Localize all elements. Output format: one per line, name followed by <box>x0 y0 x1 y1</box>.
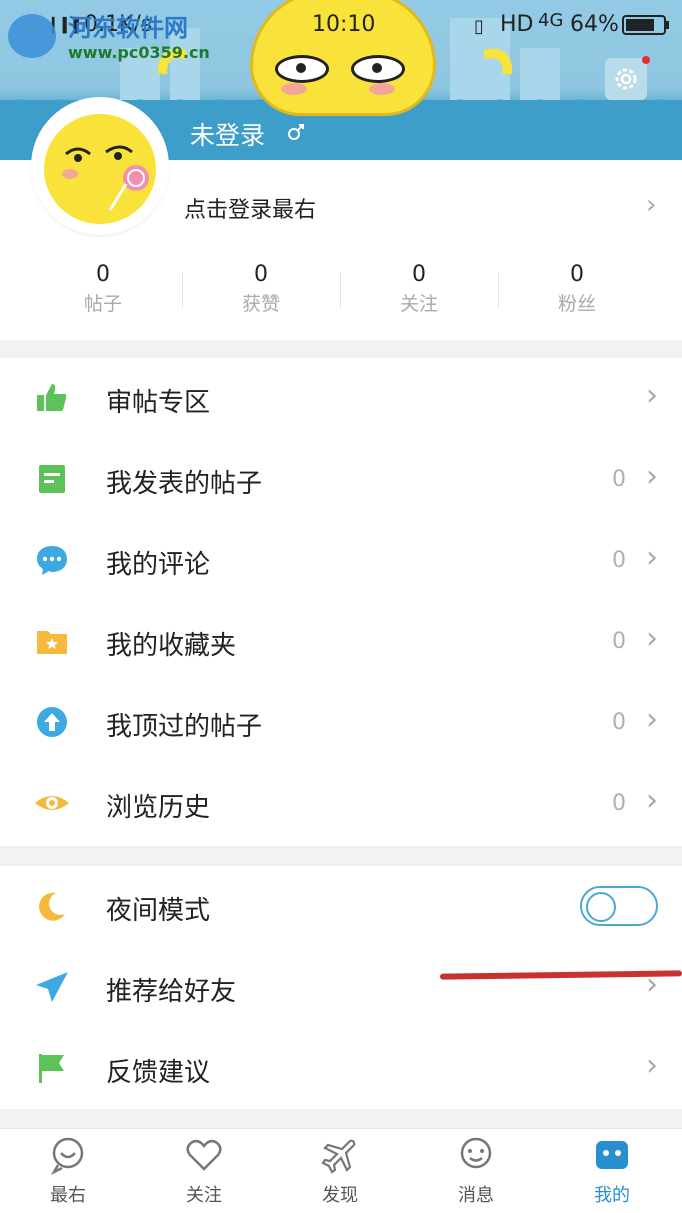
share-icon <box>36 972 68 1002</box>
comment-icon <box>37 546 67 575</box>
stat-following[interactable]: 0 关注 <box>340 262 498 316</box>
menu-item-label: 我发表的帖子 <box>106 469 263 499</box>
eye-icon <box>35 796 69 810</box>
stat-label: 关注 <box>399 293 438 315</box>
mascot-eye <box>275 55 329 83</box>
stat-divider <box>498 272 499 308</box>
activity-menu: 审帖专区 › 我发表的帖子 0 › 我的评论 0 › 我的收藏夹 0 › 我顶过… <box>0 358 682 846</box>
tab-label: 消息 <box>458 1185 494 1206</box>
watermark-url: www.pc0359.cn <box>68 43 210 62</box>
chevron-right-icon: › <box>646 459 658 494</box>
chevron-right-icon: › <box>646 702 658 737</box>
menu-item-label: 我的收藏夹 <box>106 631 237 661</box>
menu-item-count: 0 <box>612 710 626 735</box>
folder-star-icon <box>37 631 67 654</box>
login-prompt[interactable]: 点击登录最右 <box>184 192 316 224</box>
stat-divider <box>340 272 341 308</box>
username: 未登录 <box>190 121 266 150</box>
hd-indicator: HD <box>500 12 534 37</box>
menu-item-count: 0 <box>612 629 626 654</box>
gender-icon <box>288 124 304 140</box>
menu-item-label: 我的评论 <box>106 550 211 580</box>
stat-likes[interactable]: 0 获赞 <box>182 262 340 316</box>
chevron-right-icon: › <box>646 378 658 413</box>
menu-item-my-posts[interactable]: 我发表的帖子 0 › <box>0 439 682 520</box>
zuiyou-icon <box>50 1137 84 1175</box>
profile-stats: 0 帖子 0 获赞 0 关注 0 粉丝 <box>0 262 682 326</box>
tab-discover[interactable]: 发现 <box>290 1135 390 1207</box>
mascot-cheek <box>369 83 395 95</box>
mascot-eye <box>351 55 405 83</box>
battery-percent: 64% <box>570 12 619 37</box>
stat-value: 0 <box>570 262 584 287</box>
stat-value: 0 <box>96 262 110 287</box>
avatar-face <box>44 114 156 224</box>
menu-item-history[interactable]: 浏览历史 0 › <box>0 763 682 844</box>
tab-following[interactable]: 关注 <box>154 1135 254 1207</box>
tab-messages[interactable]: 消息 <box>426 1135 526 1207</box>
plane-icon <box>321 1139 356 1174</box>
tab-label: 我的 <box>594 1185 630 1206</box>
menu-item-label: 我顶过的帖子 <box>106 712 263 742</box>
mascot-cheek <box>281 83 307 95</box>
chevron-right-icon: › <box>646 621 658 656</box>
stat-fans[interactable]: 0 粉丝 <box>498 262 656 316</box>
clock: 10:10 <box>312 12 376 37</box>
flag-icon <box>39 1054 64 1083</box>
avatar[interactable] <box>34 100 166 232</box>
menu-item-label: 浏览历史 <box>106 793 211 823</box>
menu-item-review-zone[interactable]: 审帖专区 › <box>0 358 682 439</box>
stat-posts[interactable]: 0 帖子 <box>24 262 182 316</box>
vibrate-icon: ▯ <box>474 16 484 37</box>
menu-item-upvoted-posts[interactable]: 我顶过的帖子 0 › <box>0 682 682 763</box>
post-icon <box>39 465 65 493</box>
stat-value: 0 <box>254 262 268 287</box>
settings-menu: 夜间模式 推荐给好友 › 反馈建议 › <box>0 866 682 1109</box>
stat-label: 帖子 <box>83 293 122 315</box>
stat-value: 0 <box>412 262 426 287</box>
heart-icon <box>186 1139 222 1171</box>
profile-icon <box>596 1141 628 1169</box>
menu-item-feedback[interactable]: 反馈建议 › <box>0 1028 682 1109</box>
menu-item-label: 推荐给好友 <box>106 977 237 1007</box>
menu-item-share[interactable]: 推荐给好友 › <box>0 947 682 1028</box>
stat-divider <box>182 272 183 308</box>
menu-item-count: 0 <box>612 467 626 492</box>
thumbs-up-icon <box>37 384 67 411</box>
menu-item-count: 0 <box>612 548 626 573</box>
chevron-right-icon: › <box>646 190 657 220</box>
stat-label: 获赞 <box>241 293 280 315</box>
stat-label: 粉丝 <box>557 293 596 315</box>
tab-me[interactable]: 我的 <box>562 1135 662 1207</box>
menu-item-label: 审帖专区 <box>106 388 211 418</box>
upvote-icon <box>37 707 67 737</box>
menu-item-label: 夜间模式 <box>106 896 211 926</box>
bottom-tab-bar: 最右 关注 发现 消息 我的 <box>0 1128 682 1213</box>
tab-label: 最右 <box>50 1185 86 1206</box>
menu-item-label: 反馈建议 <box>106 1058 211 1088</box>
night-mode-toggle[interactable] <box>580 886 658 926</box>
battery-icon <box>622 14 670 42</box>
menu-item-favorites[interactable]: 我的收藏夹 0 › <box>0 601 682 682</box>
settings-button[interactable] <box>605 58 647 100</box>
menu-item-count: 0 <box>612 791 626 816</box>
watermark-title: 河东软件网 <box>68 14 188 42</box>
toggle-knob <box>586 892 616 922</box>
menu-item-my-comments[interactable]: 我的评论 0 › <box>0 520 682 601</box>
message-icon <box>460 1137 492 1169</box>
gear-icon <box>615 68 637 90</box>
chevron-right-icon: › <box>646 1048 658 1083</box>
moon-icon <box>39 892 65 921</box>
chevron-right-icon: › <box>646 783 658 818</box>
watermark: 河东软件网 www.pc0359.cn <box>8 8 210 62</box>
tab-label: 发现 <box>322 1185 358 1206</box>
menu-item-night-mode[interactable]: 夜间模式 <box>0 866 682 947</box>
tab-label: 关注 <box>186 1185 222 1206</box>
network-type: 4G <box>538 10 564 31</box>
notification-dot <box>642 56 650 64</box>
tab-zuiyou[interactable]: 最右 <box>18 1135 118 1207</box>
chevron-right-icon: › <box>646 540 658 575</box>
